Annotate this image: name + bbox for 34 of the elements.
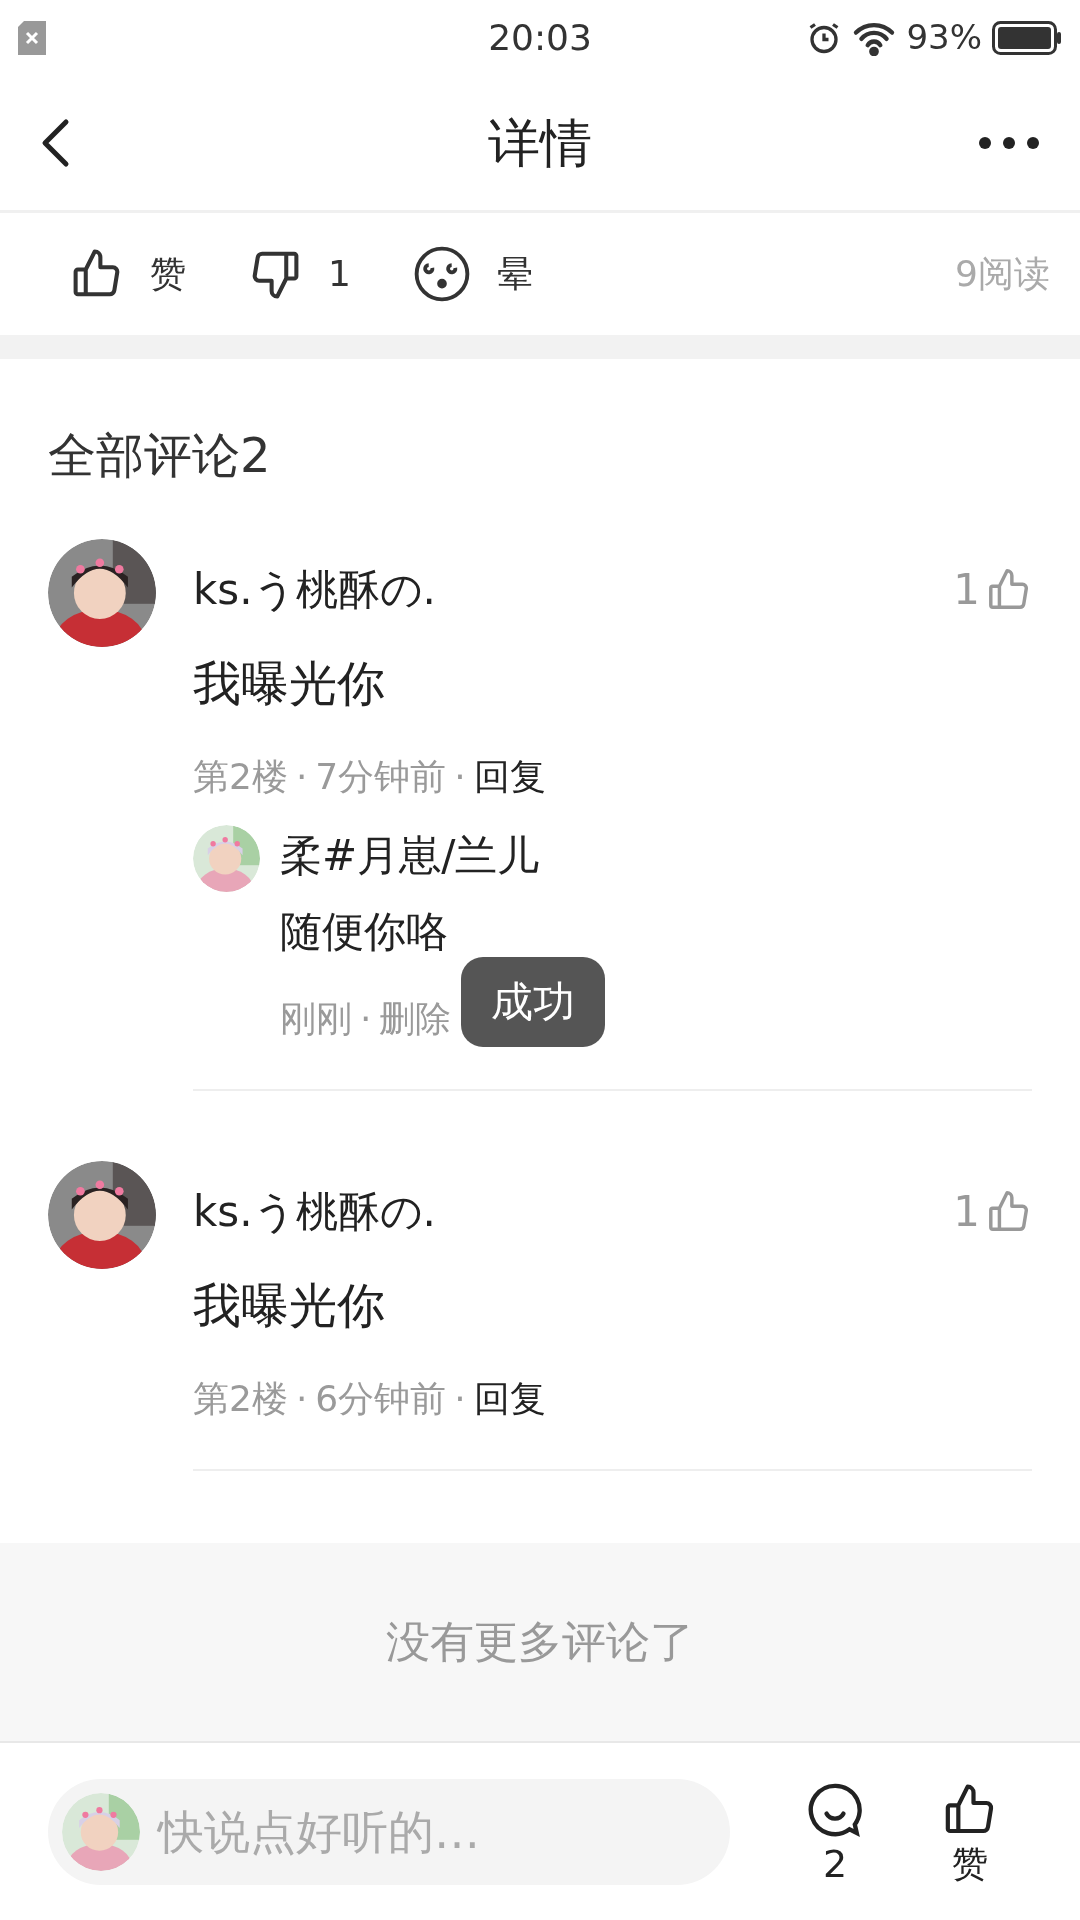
meta-text: 第2楼 xyxy=(193,759,288,795)
more-icon xyxy=(978,135,1040,150)
reaction-button[interactable]: 赞 xyxy=(70,247,186,301)
comments-heading: 全部评论2 xyxy=(48,431,272,479)
reply-author: 柔#月崽/兰儿 xyxy=(280,835,540,877)
reply-link[interactable]: 回复 xyxy=(473,1381,546,1417)
separator-dot: · xyxy=(295,759,308,795)
like-button[interactable]: 赞 xyxy=(942,1781,998,1882)
status-time: 20:03 xyxy=(488,15,592,60)
battery-icon xyxy=(992,20,1062,55)
commenter-name: ks.う桃酥の. xyxy=(193,569,436,611)
battery-percent: 93% xyxy=(906,16,982,59)
meta-text: 刚刚 xyxy=(280,1001,352,1037)
comment-text: 我曝光你 xyxy=(193,1281,386,1329)
meta-text: 第2楼 xyxy=(193,1381,288,1417)
separator-dot: · xyxy=(295,1381,308,1417)
end-of-comments: 没有更多评论了 xyxy=(386,1615,694,1669)
reply-text: 随便你咯 xyxy=(280,911,449,953)
toast: 成功 xyxy=(461,957,605,1047)
sim-card-icon xyxy=(18,20,46,55)
reaction-button[interactable]: 1 xyxy=(248,247,351,301)
separator-dot: · xyxy=(360,1001,372,1037)
separator-dot: · xyxy=(454,1381,466,1417)
separator-dot: · xyxy=(454,759,466,795)
reaction-button[interactable]: 晕 xyxy=(412,245,533,303)
comments-button[interactable]: 2 xyxy=(806,1780,864,1883)
comment-text: 我曝光你 xyxy=(193,659,386,707)
page-title: 详情 xyxy=(488,111,592,175)
meta-text: 6分钟前 xyxy=(315,1381,447,1417)
reply-link[interactable]: 回复 xyxy=(473,759,546,795)
dizzy-face-icon xyxy=(412,245,471,303)
commenter-name: ks.う桃酥の. xyxy=(193,1191,436,1233)
meta-text: 7分钟前 xyxy=(315,759,447,795)
read-count: 9阅读 xyxy=(955,252,1050,296)
